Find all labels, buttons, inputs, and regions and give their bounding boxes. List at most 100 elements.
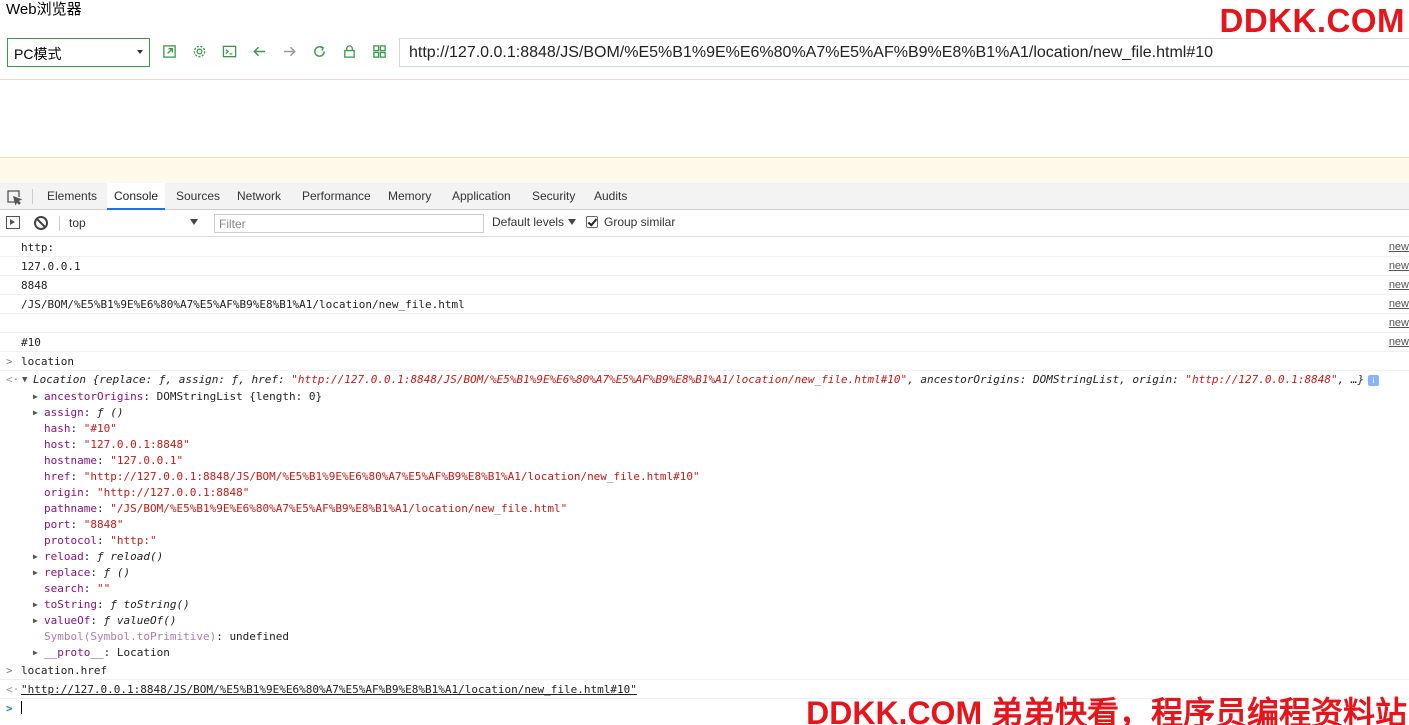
log-text: 8848 (21, 279, 48, 292)
property-colon: : (90, 614, 104, 627)
context-select[interactable]: top (64, 214, 204, 233)
property-colon: : (83, 486, 97, 499)
location-properties: ▶ ancestorOrigins: DOMStringList {length:… (0, 389, 1409, 661)
property-row: port: "8848" (0, 517, 1409, 533)
tab-application[interactable]: Application (445, 183, 518, 210)
lock-icon[interactable] (341, 43, 357, 59)
log-source-link[interactable]: new (1389, 257, 1409, 276)
tab-elements[interactable]: Elements (40, 183, 104, 210)
property-key: valueOf (44, 614, 91, 627)
log-source-link[interactable]: new (1389, 295, 1409, 314)
browser-toolbar: PC模式 http://127.0.0.1:8848/JS/BOM/%E5%B1… (0, 36, 1409, 70)
location-object-summary[interactable]: <· ▼ Location {replace: ƒ, assign: ƒ, hr… (0, 371, 1409, 389)
property-colon: : (70, 438, 84, 451)
brand-logo: DDKK.COM (1219, 2, 1405, 39)
expand-down-icon[interactable]: ▼ (22, 371, 27, 389)
expand-right-icon[interactable]: ▶ (33, 565, 38, 581)
tab-security[interactable]: Security (525, 183, 582, 210)
log-source-link[interactable]: new (1389, 314, 1409, 333)
page-notice-strip (0, 157, 1409, 183)
tab-sources[interactable]: Sources (169, 183, 227, 210)
log-levels-dropdown[interactable]: Default levels (492, 215, 577, 229)
expand-right-icon[interactable]: ▶ (33, 613, 38, 629)
property-value: "http://127.0.0.1:8848/JS/BOM/%E5%B1%9E%… (83, 470, 700, 483)
chevron-down-icon (137, 50, 143, 54)
terminal-icon[interactable] (221, 43, 237, 59)
property-row: protocol: "http:" (0, 533, 1409, 549)
property-value: ƒ valueOf() (103, 614, 177, 627)
log-entry: new (0, 314, 1409, 333)
forward-arrow-icon[interactable] (281, 43, 297, 59)
log-source-link[interactable]: new (1389, 238, 1409, 257)
property-key: protocol (44, 534, 97, 547)
property-key: href (44, 470, 71, 483)
result-value[interactable]: "http://127.0.0.1:8848/JS/BOM/%E5%B1%9E%… (21, 683, 637, 696)
property-row[interactable]: ▶ toString: ƒ toString() (0, 597, 1409, 613)
property-key: search (44, 582, 84, 595)
console-output: http: new 127.0.0.1 new 8848 new /JS/BOM/%E… (0, 238, 1409, 725)
property-colon: : (96, 454, 111, 467)
expand-right-icon[interactable]: ▶ (33, 549, 38, 565)
property-colon: : (96, 502, 111, 515)
group-similar-toggle[interactable]: Group similar (586, 215, 675, 229)
tab-audits[interactable]: Audits (587, 183, 634, 210)
property-row[interactable]: ▶ __proto__: Location (0, 645, 1409, 661)
gear-icon[interactable] (191, 43, 207, 59)
property-key: hostname (44, 454, 97, 467)
chevron-right-icon: > (6, 702, 13, 715)
address-bar[interactable]: http://127.0.0.1:8848/JS/BOM/%E5%B1%9E%E… (399, 38, 1409, 67)
property-value: Location (116, 646, 170, 659)
property-colon: : (70, 518, 84, 531)
tab-memory[interactable]: Memory (381, 183, 438, 210)
log-source-link[interactable]: new (1389, 276, 1409, 295)
clear-console-icon[interactable] (34, 216, 48, 230)
mode-select-label: PC模式 (14, 46, 62, 62)
refresh-icon[interactable] (311, 43, 327, 59)
property-colon: : (90, 566, 104, 579)
sidebar-toggle-icon[interactable] (6, 216, 20, 229)
property-row: origin: "http://127.0.0.1:8848" (0, 485, 1409, 501)
info-icon[interactable]: i (1368, 375, 1380, 386)
expand-right-icon[interactable]: ▶ (33, 645, 38, 661)
property-colon: : (143, 390, 157, 403)
property-row[interactable]: ▶ ancestorOrigins: DOMStringList {length:… (0, 389, 1409, 405)
property-row[interactable]: ▶ assign: ƒ () (0, 405, 1409, 421)
log-entry: #10 new (0, 333, 1409, 352)
property-row[interactable]: ▶ replace: ƒ () (0, 565, 1409, 581)
property-row[interactable]: ▶ valueOf: ƒ valueOf() (0, 613, 1409, 629)
chevron-right-icon: > (6, 664, 13, 677)
context-select-label: top (69, 216, 86, 230)
expand-right-icon[interactable]: ▶ (33, 389, 38, 405)
filter-input[interactable] (214, 214, 484, 233)
expand-right-icon[interactable]: ▶ (33, 405, 38, 421)
grid-icon[interactable] (371, 43, 387, 59)
inspect-element-icon[interactable] (6, 189, 23, 207)
mode-select[interactable]: PC模式 (7, 38, 150, 67)
property-row: hash: "#10" (0, 421, 1409, 437)
divider (59, 216, 60, 231)
back-arrow-icon[interactable] (251, 43, 267, 59)
window-title: Web浏览器 (6, 1, 82, 18)
expand-right-icon[interactable]: ▶ (33, 597, 38, 613)
divider (32, 189, 33, 204)
property-value: undefined (229, 630, 290, 643)
property-value: ƒ () (103, 566, 131, 579)
property-row: href: "http://127.0.0.1:8848/JS/BOM/%E5%… (0, 469, 1409, 485)
open-external-icon[interactable] (161, 43, 177, 59)
log-text: #10 (21, 336, 41, 349)
property-key: hash (44, 422, 71, 435)
property-colon: : (70, 470, 84, 483)
property-key: host (44, 438, 71, 451)
property-key: __proto__ (44, 646, 104, 659)
tab-console[interactable]: Console (107, 183, 166, 210)
group-similar-checkbox[interactable] (586, 216, 598, 228)
property-key: reload (44, 550, 84, 563)
tab-network[interactable]: Network (230, 183, 288, 210)
log-entry: /JS/BOM/%E5%B1%9E%E6%80%A7%E5%AF%B9%E8%B… (0, 295, 1409, 314)
property-row[interactable]: ▶ reload: ƒ reload() (0, 549, 1409, 565)
log-text: http: (21, 241, 55, 254)
property-value: ƒ reload() (97, 550, 164, 563)
tab-performance[interactable]: Performance (295, 183, 378, 210)
property-colon: : (70, 422, 84, 435)
log-source-link[interactable]: new (1389, 333, 1409, 352)
